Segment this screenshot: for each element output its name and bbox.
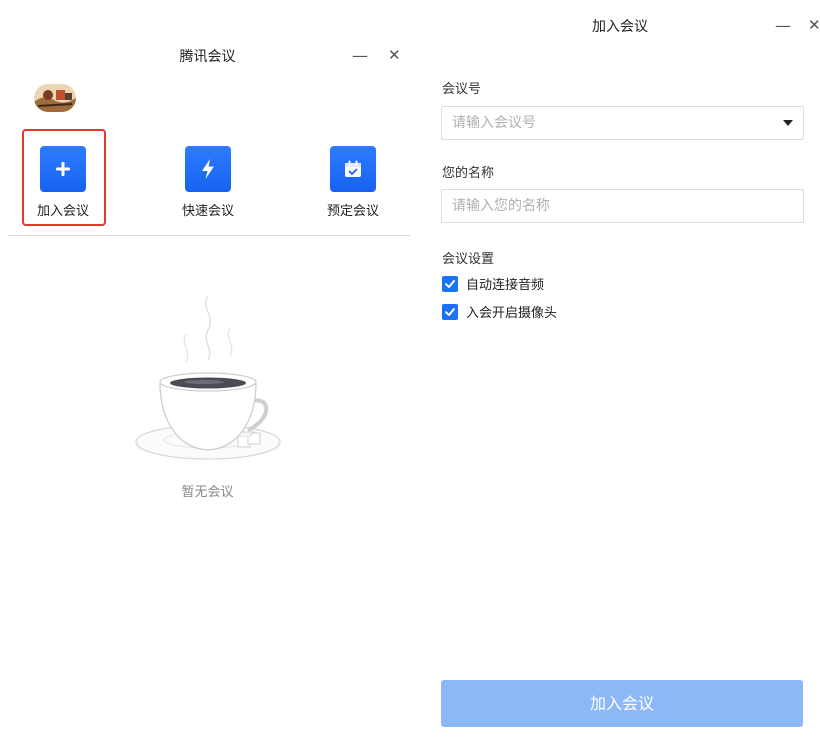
main-window: 腾讯会议 — ✕ 加入会议 快速会议 预定会议 暂无会议 bbox=[0, 0, 415, 754]
minimize-button[interactable]: — bbox=[775, 18, 791, 34]
quick-meeting-label: 快速会议 bbox=[181, 204, 234, 219]
join-meeting-button[interactable]: 加入会议 bbox=[441, 680, 803, 727]
schedule-meeting-action[interactable]: 预定会议 bbox=[313, 146, 393, 219]
auto-audio-checkbox[interactable] bbox=[442, 275, 458, 292]
meeting-id-placeholder: 请输入会议号 bbox=[452, 115, 536, 131]
highlight-box bbox=[22, 129, 106, 226]
coffee-cup-icon bbox=[135, 295, 281, 460]
dialog-title: 加入会议 bbox=[592, 19, 648, 35]
schedule-meeting-label: 预定会议 bbox=[326, 204, 379, 219]
empty-state-text: 暂无会议 bbox=[181, 485, 234, 500]
checkmark-icon bbox=[445, 307, 455, 316]
camera-on-checkbox[interactable] bbox=[442, 303, 458, 320]
lightning-icon bbox=[202, 159, 214, 179]
avatar[interactable] bbox=[34, 84, 76, 112]
meeting-id-input[interactable]: 请输入会议号 bbox=[441, 106, 804, 140]
calendar-icon bbox=[345, 160, 361, 177]
camera-on-label: 入会开启摄像头 bbox=[466, 306, 558, 321]
divider bbox=[8, 235, 410, 236]
meeting-id-label: 会议号 bbox=[442, 82, 482, 97]
minimize-button[interactable]: — bbox=[352, 48, 368, 64]
avatar-image bbox=[34, 84, 76, 112]
quick-meeting-tile[interactable] bbox=[185, 146, 231, 192]
schedule-meeting-tile[interactable] bbox=[330, 146, 376, 192]
your-name-input[interactable]: 请输入您的名称 bbox=[441, 189, 804, 223]
quick-meeting-action[interactable]: 快速会议 bbox=[168, 146, 248, 219]
meeting-settings-label: 会议设置 bbox=[442, 252, 495, 267]
close-button[interactable]: ✕ bbox=[388, 47, 401, 63]
dropdown-caret-icon[interactable] bbox=[783, 120, 793, 126]
your-name-label: 您的名称 bbox=[442, 166, 495, 181]
auto-audio-option[interactable]: 自动连接音频 bbox=[442, 274, 544, 293]
your-name-placeholder: 请输入您的名称 bbox=[452, 198, 550, 214]
join-meeting-dialog: 加入会议 — ✕ 会议号 请输入会议号 您的名称 请输入您的名称 会议设置 自动… bbox=[420, 0, 820, 754]
checkmark-icon bbox=[445, 279, 455, 288]
camera-on-option[interactable]: 入会开启摄像头 bbox=[442, 302, 557, 321]
close-button[interactable]: ✕ bbox=[808, 17, 820, 33]
auto-audio-label: 自动连接音频 bbox=[466, 278, 545, 293]
